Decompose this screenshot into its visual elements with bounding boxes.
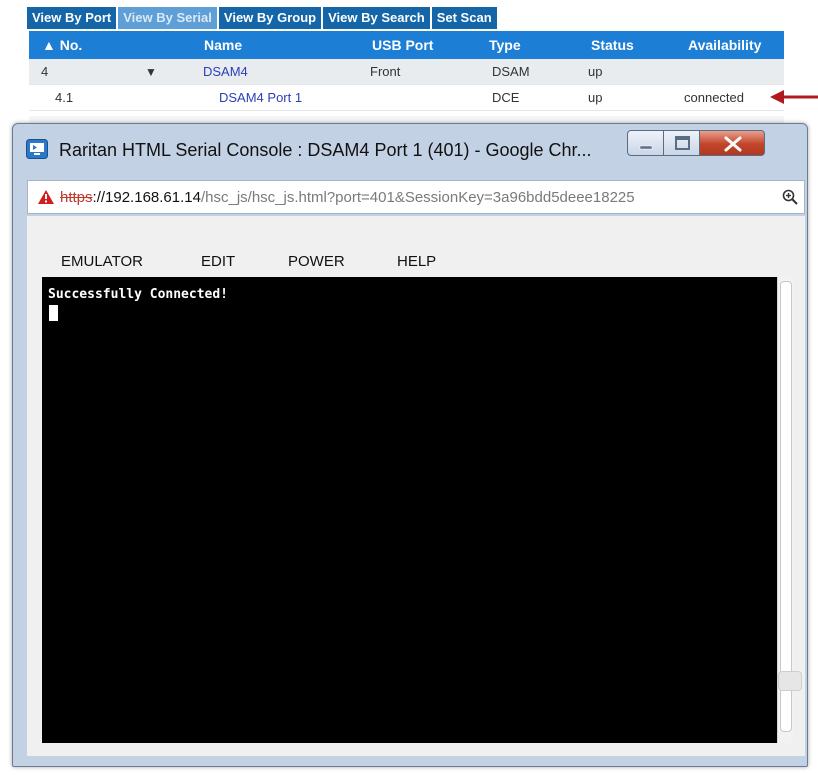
cell-type: DCE [492, 90, 520, 105]
menu-edit[interactable]: EDIT [201, 253, 235, 270]
cell-type: DSAM [492, 64, 530, 79]
terminal-output: Successfully Connected! [48, 287, 229, 302]
cell-no: 4.1 [55, 90, 74, 105]
terminal-screen[interactable]: Successfully Connected! [42, 277, 793, 743]
tab-view-by-port[interactable]: View By Port [27, 7, 117, 29]
zoom-icon[interactable] [782, 189, 798, 205]
menu-power[interactable]: POWER [288, 253, 345, 270]
address-bar[interactable]: https://192.168.61.14/hsc_js/hsc_js.html… [27, 180, 805, 214]
app-icon [26, 139, 48, 159]
expand-toggle-icon[interactable]: ▼ [145, 65, 157, 79]
serial-console-window: Raritan HTML Serial Console : DSAM4 Port… [12, 123, 808, 767]
tab-view-by-serial[interactable]: View By Serial [118, 7, 217, 29]
table-row[interactable]: 4.1 DSAM4 Port 1 DCE up connected [29, 85, 784, 111]
warning-icon [38, 190, 54, 204]
page-content: EMULATOR EDIT POWER HELP Successfully Co… [27, 216, 805, 756]
table-header: ▲ No. Name USB Port Type Status Availabi… [29, 31, 784, 59]
url-host: ://192.168.61.14 [92, 189, 201, 206]
close-icon [724, 136, 742, 152]
column-header-name[interactable]: Name [204, 37, 242, 53]
window-titlebar[interactable]: Raritan HTML Serial Console : DSAM4 Port… [13, 124, 807, 174]
resize-grip[interactable] [778, 671, 802, 691]
cell-name-link[interactable]: DSAM4 [203, 64, 248, 79]
url-scheme: https [60, 189, 93, 206]
view-tabs: View By Port View By Serial View By Grou… [27, 7, 499, 29]
cell-status: up [588, 64, 603, 79]
window-controls [627, 130, 765, 158]
port-table: ▲ No. Name USB Port Type Status Availabi… [29, 31, 784, 111]
annotation-arrow-icon [770, 90, 818, 104]
tab-view-by-group[interactable]: View By Group [218, 7, 322, 29]
column-header-type[interactable]: Type [489, 37, 521, 53]
maximize-button[interactable] [663, 130, 700, 156]
close-button[interactable] [699, 130, 765, 156]
terminal-cursor [49, 305, 58, 321]
minimize-icon [639, 145, 653, 150]
tab-view-by-search[interactable]: View By Search [323, 7, 430, 29]
cell-no: 4 [41, 64, 49, 79]
cell-availability: connected [684, 90, 744, 105]
minimize-button[interactable] [627, 130, 664, 156]
menu-help[interactable]: HELP [397, 253, 436, 270]
column-header-availability[interactable]: Availability [688, 37, 761, 53]
window-title: Raritan HTML Serial Console : DSAM4 Port… [59, 140, 592, 160]
table-row[interactable]: 4 ▼ DSAM4 Front DSAM up [29, 59, 784, 85]
url-path: /hsc_js/hsc_js.html?port=401&SessionKey=… [200, 189, 635, 206]
tab-set-scan[interactable]: Set Scan [431, 7, 497, 29]
menu-emulator[interactable]: EMULATOR [61, 253, 143, 270]
maximize-icon [675, 136, 690, 150]
url-text[interactable]: https://192.168.61.14/hsc_js/hsc_js.html… [60, 189, 778, 206]
column-header-usb-port[interactable]: USB Port [372, 37, 433, 53]
cell-name-link[interactable]: DSAM4 Port 1 [219, 90, 302, 105]
cell-usb-port: Front [370, 64, 401, 79]
column-header-no[interactable]: ▲ No. [42, 37, 82, 53]
column-header-status[interactable]: Status [591, 37, 634, 53]
cell-status: up [588, 90, 603, 105]
terminal-scrollbar-thumb[interactable] [780, 281, 792, 732]
